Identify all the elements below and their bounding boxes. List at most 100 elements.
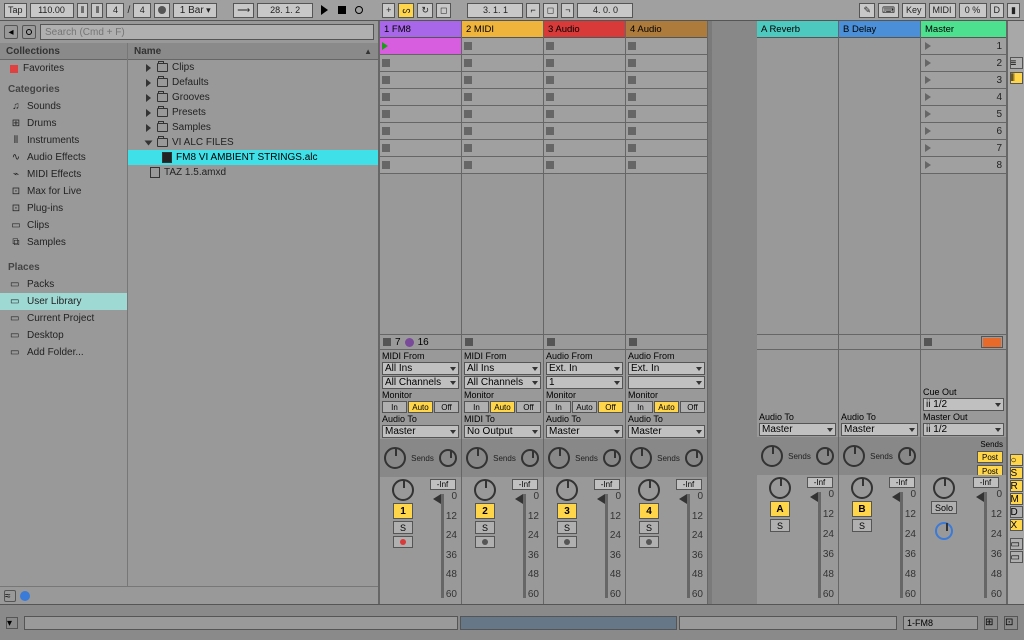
quantize-menu[interactable]: 1 Bar ▾ xyxy=(173,3,217,18)
clip-stop-icon[interactable] xyxy=(464,144,472,152)
monitor-in[interactable]: In xyxy=(382,401,407,413)
category-clips[interactable]: ▭Clips xyxy=(0,217,127,234)
input-type-select[interactable]: Ext. In xyxy=(546,362,623,375)
clip-stop-icon[interactable] xyxy=(382,93,390,101)
clip-drop-area[interactable] xyxy=(380,174,461,334)
scene-slot[interactable]: 5 xyxy=(921,106,1006,123)
place-add-folder-[interactable]: ▭Add Folder... xyxy=(0,344,127,361)
output-select[interactable]: Master xyxy=(759,423,836,436)
track-activator[interactable]: 2 xyxy=(475,503,495,519)
solo-button[interactable]: S xyxy=(770,519,790,532)
scene-slot[interactable]: 4 xyxy=(921,89,1006,106)
clip-slot[interactable] xyxy=(626,123,707,140)
clip-stop-icon[interactable] xyxy=(546,93,554,101)
send-a-dial[interactable] xyxy=(761,445,783,467)
device-icon[interactable]: ⊞ xyxy=(984,616,998,630)
clip-stop-icon[interactable] xyxy=(546,161,554,169)
solo-button[interactable]: S xyxy=(475,521,495,534)
clip-slot[interactable] xyxy=(626,140,707,157)
track-header[interactable]: 1 FM8 xyxy=(380,21,461,38)
post-button-a[interactable]: Post xyxy=(977,451,1003,463)
send-a-dial[interactable] xyxy=(843,445,865,467)
monitor-auto[interactable]: Auto xyxy=(490,401,515,413)
category-drums[interactable]: ⊞Drums xyxy=(0,115,127,132)
metronome-button[interactable] xyxy=(154,3,170,18)
volume-display[interactable]: -Inf xyxy=(512,479,538,490)
track-status-row[interactable] xyxy=(462,334,543,350)
midi-map[interactable]: MIDI xyxy=(929,3,956,18)
clip-slot[interactable] xyxy=(544,123,625,140)
category-audio-effects[interactable]: ∿Audio Effects xyxy=(0,149,127,166)
time-sig-num[interactable]: 4 xyxy=(106,3,124,18)
clip-stop-icon[interactable] xyxy=(628,42,636,50)
clip-slot[interactable] xyxy=(462,55,543,72)
scene-slot[interactable]: 2 xyxy=(921,55,1006,72)
solo-button[interactable]: S xyxy=(557,521,577,534)
clip-slot[interactable] xyxy=(380,123,461,140)
place-current-project[interactable]: ▭Current Project xyxy=(0,310,127,327)
clip-stop-icon[interactable] xyxy=(464,161,472,169)
send-b-dial[interactable] xyxy=(816,447,834,465)
track-activator[interactable]: 3 xyxy=(557,503,577,519)
input-channel-select[interactable]: 1 xyxy=(546,376,623,389)
monitor-in[interactable]: In xyxy=(546,401,571,413)
stop-all-clips-button[interactable] xyxy=(981,336,1003,348)
volume-display[interactable]: -Inf xyxy=(807,477,833,488)
input-channel-select[interactable]: All Channels xyxy=(464,376,541,389)
clip-stop-icon[interactable] xyxy=(546,59,554,67)
category-samples[interactable]: ⧉Samples xyxy=(0,234,127,251)
clip-slot[interactable] xyxy=(462,106,543,123)
monitor-auto[interactable]: Auto xyxy=(572,401,597,413)
clip-slot[interactable] xyxy=(544,140,625,157)
automation-arm[interactable]: ᔕ xyxy=(398,3,414,18)
send-a-dial[interactable] xyxy=(548,447,570,469)
crossfade-toggle[interactable]: X xyxy=(1010,519,1023,531)
clip-stop-icon[interactable] xyxy=(546,76,554,84)
returns-toggle[interactable]: R xyxy=(1010,480,1023,492)
input-type-select[interactable]: All Ins xyxy=(382,362,459,375)
arm-button[interactable] xyxy=(393,536,413,548)
name-column-header[interactable]: Name▲ xyxy=(128,43,378,60)
clip-slot[interactable] xyxy=(380,72,461,89)
delay-toggle[interactable]: D xyxy=(1010,506,1023,518)
clip-slot[interactable] xyxy=(626,55,707,72)
clip-stop-icon[interactable] xyxy=(464,93,472,101)
search-input[interactable] xyxy=(40,24,374,40)
scene-slot[interactable]: 8 xyxy=(921,157,1006,174)
clip-slot[interactable] xyxy=(462,72,543,89)
play-button[interactable] xyxy=(316,3,332,18)
scene-slot[interactable]: 7 xyxy=(921,140,1006,157)
send-b-dial[interactable] xyxy=(898,447,916,465)
clip-slot[interactable] xyxy=(462,140,543,157)
track-header[interactable]: 3 Audio xyxy=(544,21,625,38)
clip-slot[interactable] xyxy=(380,106,461,123)
arm-button[interactable] xyxy=(639,536,659,548)
clip-stop-icon[interactable] xyxy=(628,144,636,152)
scene-launch-icon[interactable] xyxy=(925,93,931,101)
punch-in[interactable]: ⌐ xyxy=(526,3,539,18)
track-status-row[interactable] xyxy=(626,334,707,350)
clip-stop-icon[interactable] xyxy=(628,59,636,67)
category-instruments[interactable]: ⦀Instruments xyxy=(0,132,127,149)
mixer-toggle[interactable]: M xyxy=(1010,493,1023,505)
volume-display[interactable]: -Inf xyxy=(973,477,999,488)
clip-slot[interactable] xyxy=(462,123,543,140)
input-channel-select[interactable]: All Channels xyxy=(382,376,459,389)
io-section-toggle[interactable]: ○ xyxy=(1010,454,1023,466)
groove-pool-icon[interactable] xyxy=(22,25,36,39)
pan-dial[interactable] xyxy=(851,477,873,499)
disclosure-triangle-icon[interactable] xyxy=(146,79,151,87)
input-channel-select[interactable] xyxy=(628,376,705,389)
solo-button[interactable]: Solo xyxy=(931,501,957,514)
browser-toggle-icon[interactable]: ◂ xyxy=(4,25,18,39)
clip-stop-icon[interactable] xyxy=(382,161,390,169)
track-status-row[interactable] xyxy=(544,334,625,350)
clip-slot[interactable] xyxy=(380,55,461,72)
monitor-auto[interactable]: Auto xyxy=(654,401,679,413)
clip-drop-area[interactable] xyxy=(544,174,625,334)
tempo-field[interactable]: 110.00 xyxy=(30,3,74,18)
clip-stop-icon[interactable] xyxy=(382,110,390,118)
clip-drop-area[interactable] xyxy=(462,174,543,334)
arrangement-position[interactable]: 28. 1. 2 xyxy=(257,3,313,18)
scene-launch-icon[interactable] xyxy=(925,42,931,50)
